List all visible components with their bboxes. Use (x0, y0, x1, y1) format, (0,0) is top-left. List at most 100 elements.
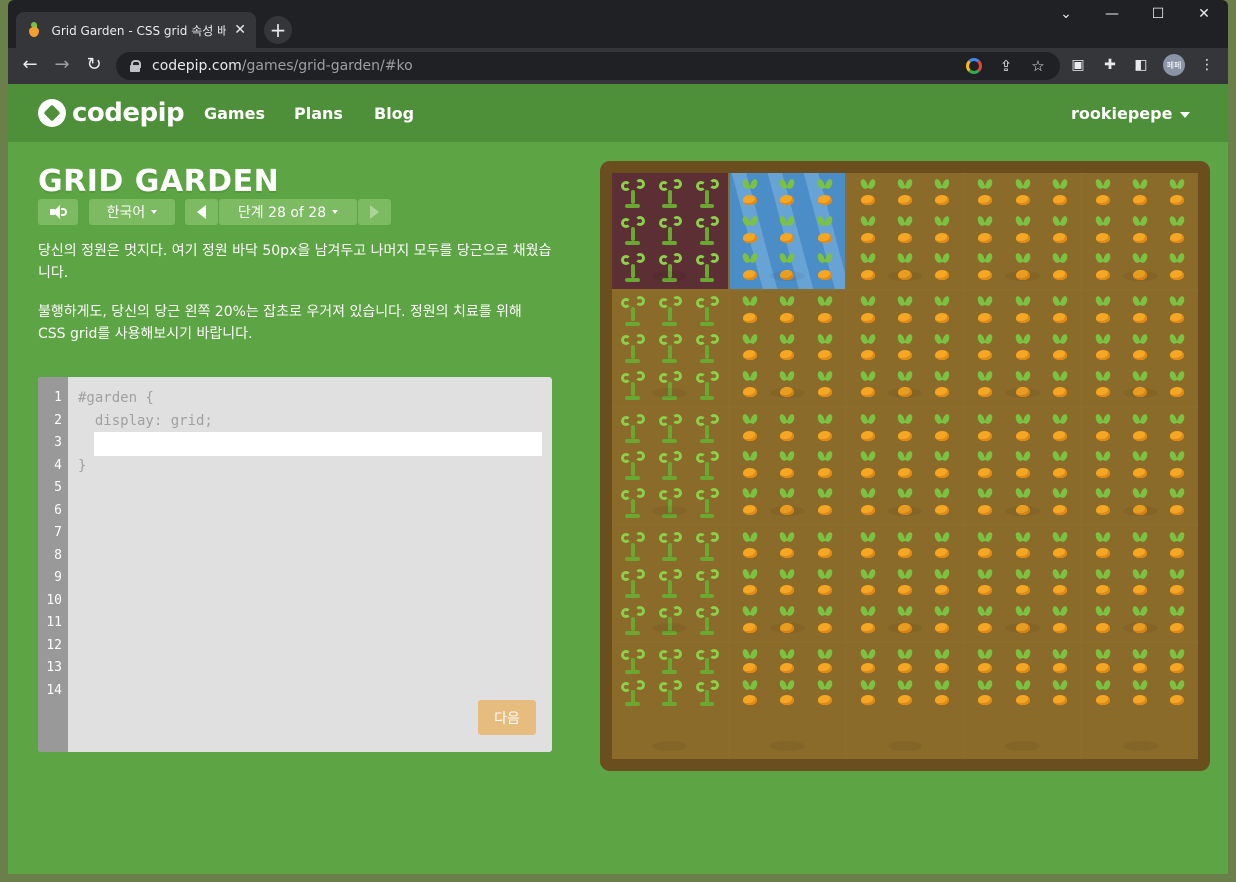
chevron-down-icon (151, 210, 158, 214)
address-bar[interactable]: codepip.com/games/grid-garden/#ko ⇪ ☆ (116, 52, 1060, 80)
forward-icon[interactable]: → (50, 54, 74, 75)
carrot-icon (732, 602, 769, 639)
carrot-icon (806, 212, 843, 249)
garden-tile (964, 643, 1081, 759)
carrot-icon (924, 410, 961, 447)
carrot-icon (849, 565, 886, 602)
instruction-paragraph: 불행하게도, 당신의 당근 왼쪽 20%는 잡초로 우거져 있습니다. 정원의 … (38, 304, 522, 342)
carrot-icon (806, 175, 843, 212)
weed-icon (688, 249, 725, 286)
carrot-icon (886, 410, 923, 447)
carrot-icon (1159, 447, 1196, 484)
line-number: 5 (54, 480, 62, 495)
carrot-icon (1084, 485, 1121, 522)
carrot-icon (849, 330, 886, 367)
weed-icon (614, 645, 651, 677)
carrot-icon (1159, 677, 1196, 709)
instructions: 당신의 정원은 멋지다. 여기 정원 바닥 50px을 남겨두고 나머지 모두를… (38, 240, 553, 362)
carrot-icon (769, 602, 806, 639)
carrot-icon (924, 212, 961, 249)
language-select[interactable]: 한국어 (89, 199, 175, 225)
nav-blog[interactable]: Blog (374, 104, 414, 123)
carrot-icon (967, 447, 1004, 484)
carrot-icon (732, 175, 769, 212)
camera-icon[interactable]: ▣ (1069, 57, 1087, 75)
google-icon[interactable] (966, 58, 982, 74)
line-number: 12 (46, 637, 62, 653)
carrot-icon (769, 485, 806, 522)
tab-title: Grid Garden - CSS grid 속성 배우기 (51, 23, 227, 38)
carrot-icon (1122, 677, 1159, 709)
carrot-icon (1159, 330, 1196, 367)
reload-icon[interactable]: ↻ (82, 54, 106, 75)
close-tab-icon[interactable]: ✕ (234, 22, 246, 38)
new-tab-button[interactable]: + (264, 16, 292, 44)
codepip-logo[interactable]: codepip (38, 98, 185, 128)
carrot-favicon-icon (26, 22, 42, 38)
level-indicator[interactable]: 단계 28 of 28 (219, 199, 357, 225)
carrot-icon (849, 367, 886, 404)
line-number: 10 (46, 592, 62, 608)
menu-icon[interactable]: ⋮ (1198, 57, 1216, 75)
line-number: 7 (54, 525, 62, 540)
carrot-icon (732, 565, 769, 602)
weed-icon (688, 367, 725, 404)
logo-text: codepip (72, 98, 185, 128)
browser-toolbar: ← → ↻ codepip.com/games/grid-garden/#ko … (8, 48, 1228, 84)
line-number: 14 (46, 682, 62, 698)
carrot-icon (1084, 528, 1121, 565)
carrot-icon (849, 602, 886, 639)
weed-icon (688, 447, 725, 484)
carrot-icon (1159, 602, 1196, 639)
tab-search-icon[interactable]: ⌄ (1046, 6, 1086, 22)
user-menu[interactable]: rookiepepe (1071, 104, 1191, 123)
extensions-icon[interactable]: ✚ (1101, 57, 1119, 75)
weed-icon (688, 212, 725, 249)
next-level-button[interactable] (358, 199, 391, 225)
code-line: } (78, 457, 87, 474)
css-answer-input[interactable] (94, 432, 542, 456)
carrot-icon (967, 175, 1004, 212)
weed-icon (651, 528, 688, 565)
chevron-down-icon (1180, 111, 1191, 118)
line-number: 11 (46, 615, 62, 630)
carrot-icon (732, 410, 769, 447)
garden-tile (964, 408, 1081, 524)
carrot-icon (806, 410, 843, 447)
carrot-icon (1122, 175, 1159, 212)
star-icon[interactable]: ☆ (1028, 57, 1048, 77)
share-icon[interactable]: ⇪ (996, 57, 1016, 77)
carrot-icon (886, 293, 923, 330)
carrot-icon (806, 677, 843, 709)
carrot-icon (886, 602, 923, 639)
nav-games[interactable]: Games (204, 104, 265, 123)
sound-button[interactable] (38, 199, 78, 225)
back-icon[interactable]: ← (18, 54, 42, 75)
carrot-icon (806, 447, 843, 484)
line-number: 4 (54, 457, 62, 473)
nav-plans[interactable]: Plans (294, 104, 343, 123)
carrot-icon (1041, 528, 1078, 565)
carrot-icon (1122, 212, 1159, 249)
carrot-icon (1084, 410, 1121, 447)
weed-icon (688, 677, 725, 709)
maximize-icon[interactable]: ☐ (1138, 6, 1178, 22)
carrot-icon (924, 645, 961, 677)
carrot-icon (849, 293, 886, 330)
carrot-icon (924, 447, 961, 484)
code-editor: 1 2 3 4 5 6 7 8 9 10 11 12 13 14 #garden… (38, 377, 552, 752)
next-button[interactable]: 다음 (478, 700, 536, 735)
profile-avatar[interactable]: 페페 (1163, 54, 1185, 76)
carrot-icon (967, 367, 1004, 404)
browser-tab[interactable]: Grid Garden - CSS grid 속성 배우기 ✕ (16, 12, 256, 48)
sidepanel-icon[interactable]: ◧ (1132, 57, 1150, 75)
carrot-icon (1004, 175, 1041, 212)
minimize-icon[interactable]: — (1092, 6, 1132, 22)
weed-icon (688, 175, 725, 212)
weed-icon (651, 447, 688, 484)
garden-tile (1082, 408, 1198, 524)
carrot-icon (1122, 485, 1159, 522)
prev-level-button[interactable] (185, 199, 218, 225)
close-window-icon[interactable]: ✕ (1184, 6, 1224, 22)
carrot-icon (769, 175, 806, 212)
